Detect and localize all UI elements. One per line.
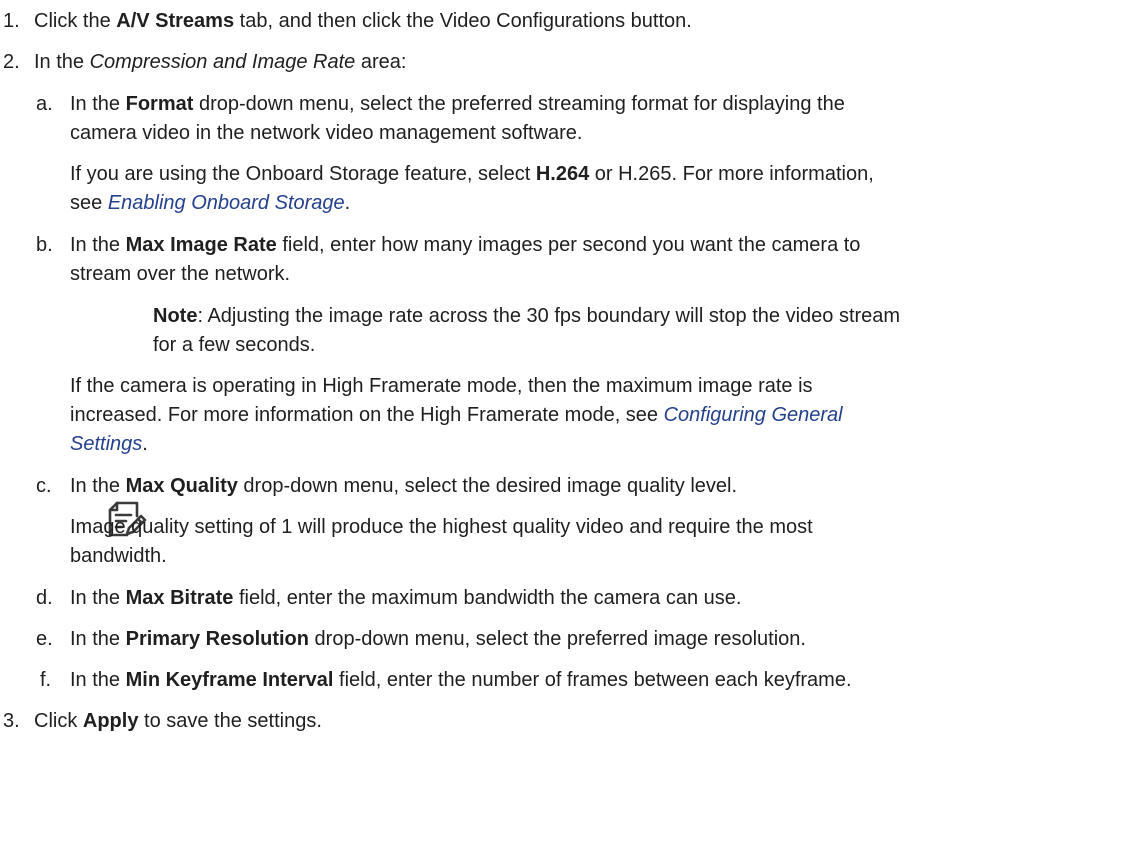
substep-letter: c. — [36, 475, 52, 497]
substep-c-para-line-1: Image quality setting of 1 will produce … — [70, 516, 813, 538]
substep-b-line-2: stream over the network. — [70, 263, 291, 285]
step-number: 3. — [3, 710, 20, 732]
substep-letter: d. — [36, 587, 53, 609]
substep-text: In the Format drop-down menu, select the… — [70, 93, 845, 115]
substep-a-para-line-1: If you are using the Onboard Storage fea… — [70, 163, 874, 185]
step-text: In the Compression and Image Rate area: — [34, 51, 407, 73]
configuring-general-settings-link[interactable]: Configuring General — [664, 404, 843, 426]
substep-letter: e. — [36, 628, 53, 650]
substep-text: In the Min Keyframe Interval field, ente… — [70, 669, 852, 691]
step-text: Click the A/V Streams tab, and then clic… — [34, 10, 692, 32]
note-text-line-1: Note: Adjusting the image rate across th… — [153, 305, 901, 327]
substep-c-para-line-2: bandwidth. — [70, 545, 167, 567]
substep-text: In the Primary Resolution drop-down menu… — [70, 628, 806, 650]
substep-letter: b. — [36, 234, 53, 256]
step-number: 1. — [3, 10, 20, 32]
configuring-general-settings-link-cont[interactable]: Settings — [70, 433, 142, 455]
substep-letter: a. — [36, 93, 53, 115]
substep-b-para-line-3: Settings. — [70, 433, 148, 455]
step-number: 2. — [3, 51, 20, 73]
substep-letter: f. — [40, 669, 52, 691]
substep-text: In the Max Image Rate field, enter how m… — [70, 234, 861, 256]
enabling-onboard-storage-link[interactable]: Enabling Onboard Storage — [108, 192, 345, 214]
substep-a-line-2: camera video in the network video manage… — [70, 122, 583, 144]
substep-a-para-line-2: see Enabling Onboard Storage. — [70, 192, 351, 214]
substep-text: In the Max Bitrate field, enter the maxi… — [70, 587, 742, 609]
substep-text: In the Max Quality drop-down menu, selec… — [70, 475, 738, 497]
substep-b-para-line-2: increased. For more information on the H… — [70, 404, 843, 426]
step-text: Click Apply to save the settings. — [34, 710, 322, 732]
note-text-line-2: for a few seconds. — [153, 334, 316, 356]
substep-b-para-line-1: If the camera is operating in High Frame… — [70, 375, 813, 397]
